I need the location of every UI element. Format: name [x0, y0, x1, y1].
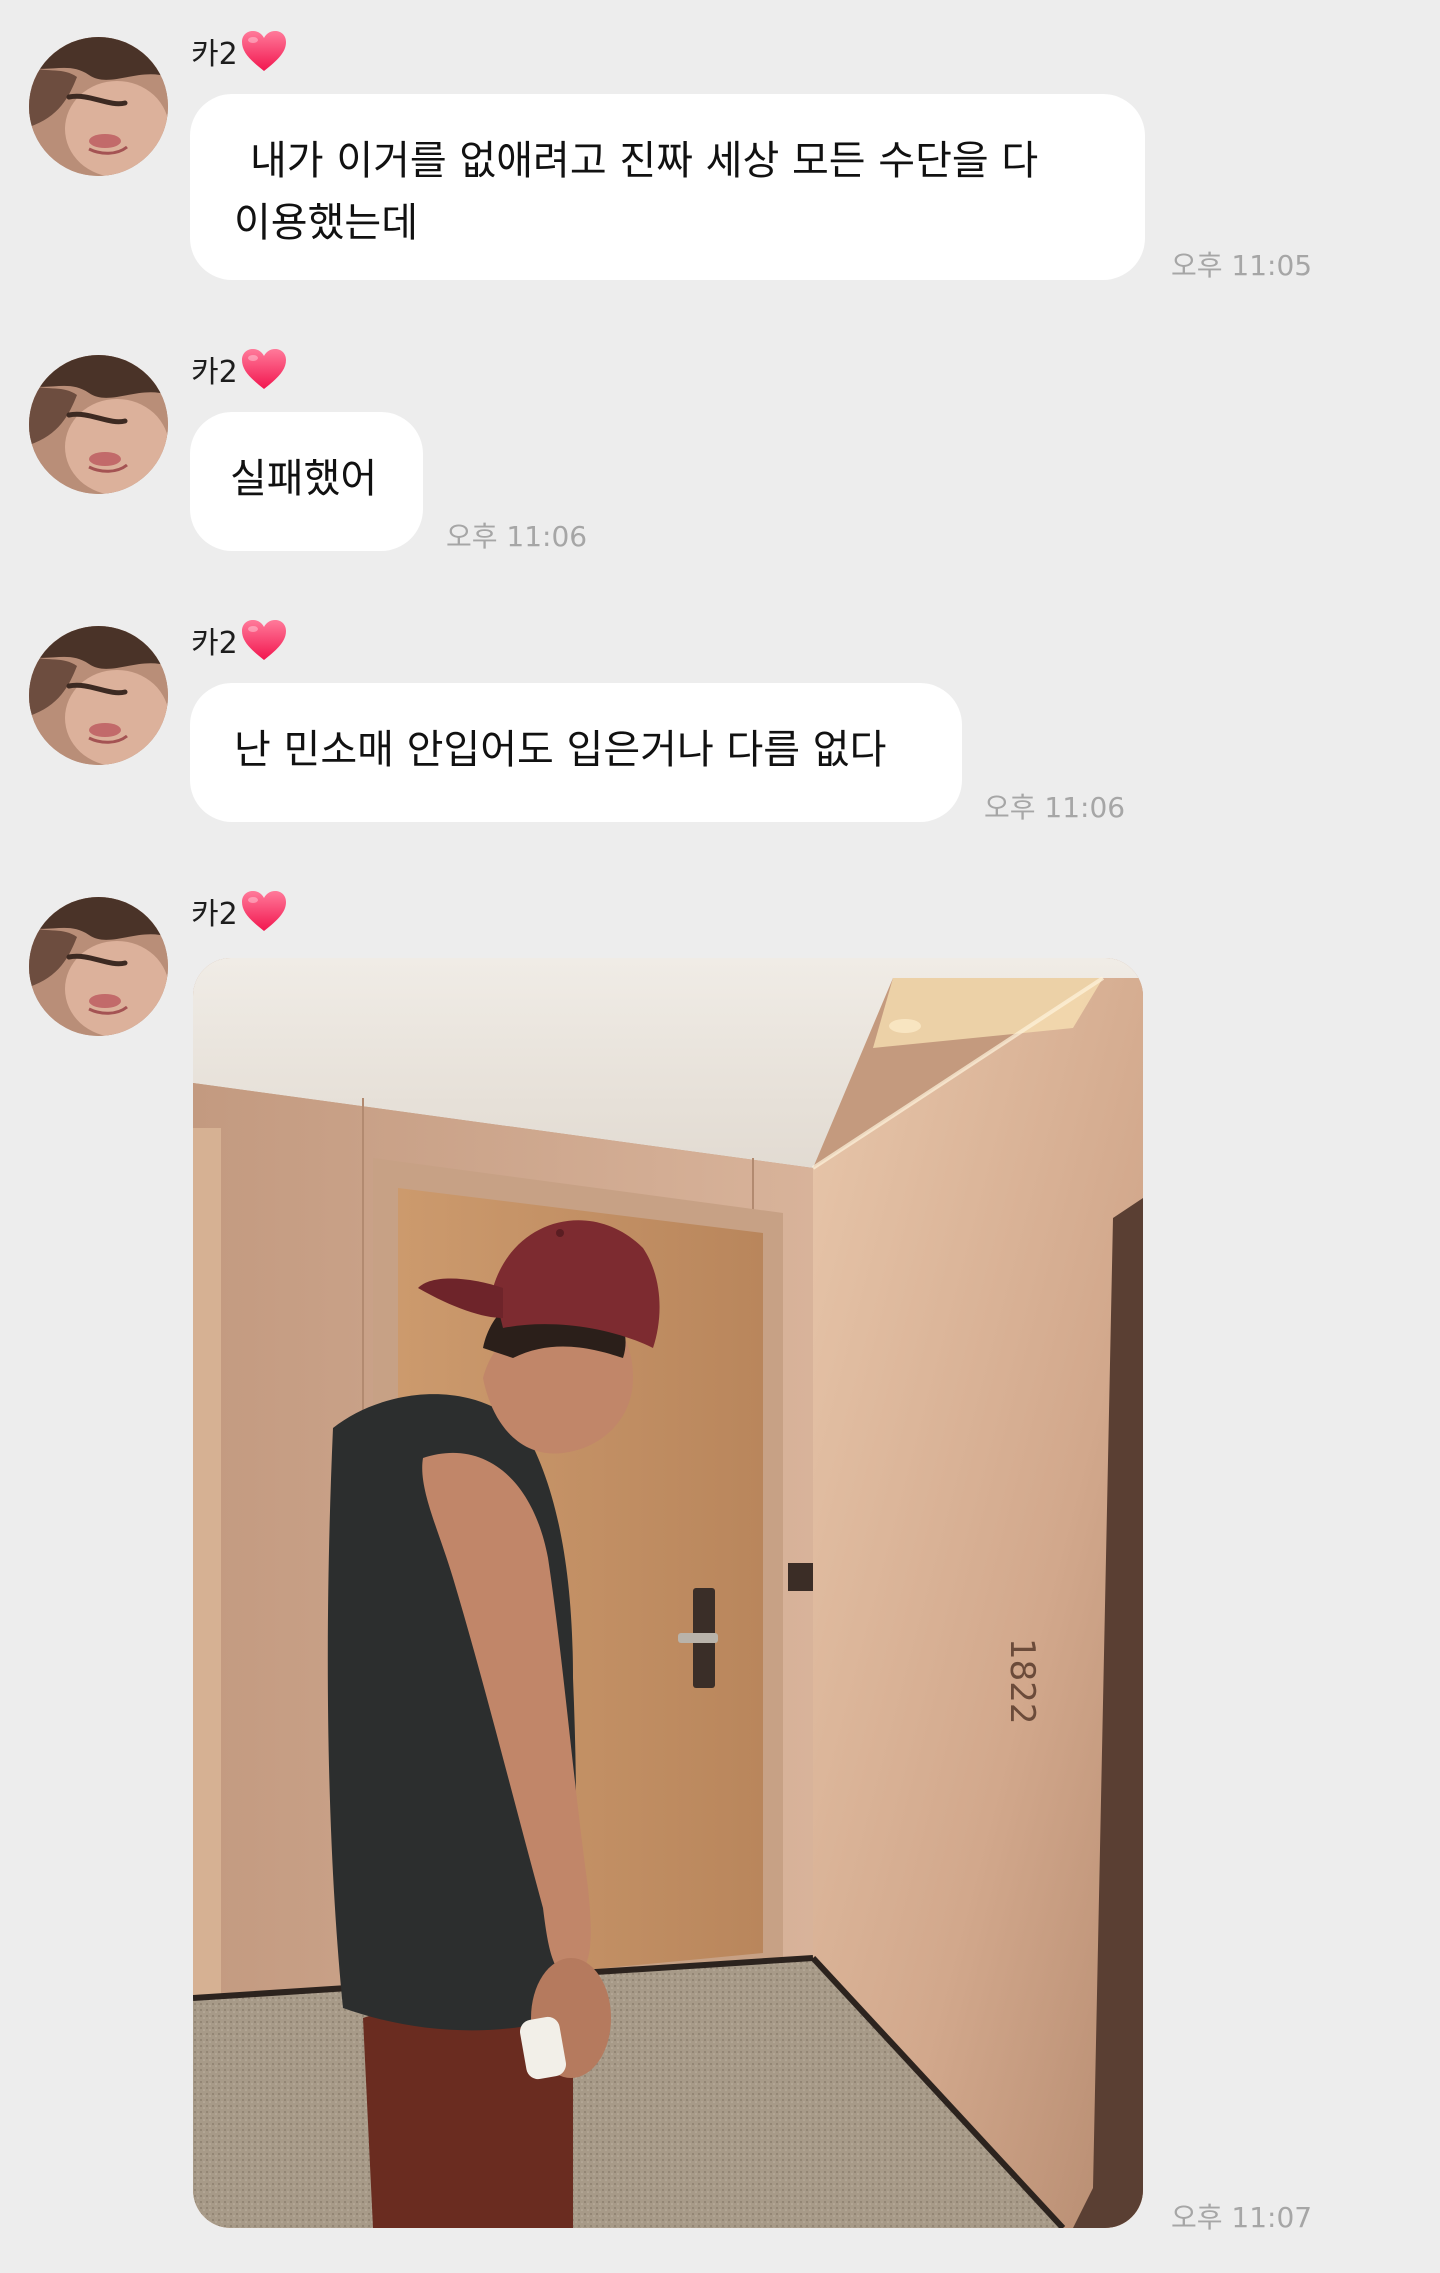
avatar[interactable] [29, 37, 168, 176]
message-text: 실패했어 [230, 456, 378, 502]
avatar[interactable] [29, 897, 168, 1036]
message-text: 난 민소매 안입어도 입은거나 다름 없다 [234, 727, 887, 773]
message-time: 오후 11:06 [984, 791, 1126, 824]
heart-icon [240, 29, 288, 73]
sender-name-row: 카2 [191, 26, 288, 76]
avatar[interactable] [29, 355, 168, 494]
photo-message[interactable]: 1822 [193, 958, 1143, 2228]
message-time: 오후 11:06 [446, 520, 588, 553]
avatar[interactable] [29, 626, 168, 765]
sender-name: 카2 [191, 897, 238, 932]
chat-screen: { "messages": [ { "sender": "카2", "text"… [0, 0, 1440, 2273]
message-time: 오후 11:05 [1171, 249, 1313, 282]
message-time: 오후 11:07 [1171, 2201, 1313, 2234]
sender-name: 카2 [191, 37, 238, 72]
room-number: 1822 [1002, 1638, 1042, 1725]
message-bubble[interactable]: 내가 이거를 없애려고 진짜 세상 모든 수단을 다 이용했는데 [190, 94, 1145, 280]
message-bubble[interactable]: 실패했어 [190, 412, 423, 551]
heart-icon [240, 618, 288, 662]
message-bubble[interactable]: 난 민소매 안입어도 입은거나 다름 없다 [190, 683, 962, 822]
photo-image: 1822 [193, 958, 1143, 2228]
heart-icon [240, 889, 288, 933]
sender-name: 카2 [191, 626, 238, 661]
heart-icon [240, 347, 288, 391]
message-text: 내가 이거를 없애려고 진짜 세상 모든 수단을 다 이용했는데 [234, 138, 1039, 246]
sender-name-row: 카2 [191, 886, 288, 936]
sender-name-row: 카2 [191, 615, 288, 665]
sender-name-row: 카2 [191, 344, 288, 394]
sender-name: 카2 [191, 355, 238, 390]
